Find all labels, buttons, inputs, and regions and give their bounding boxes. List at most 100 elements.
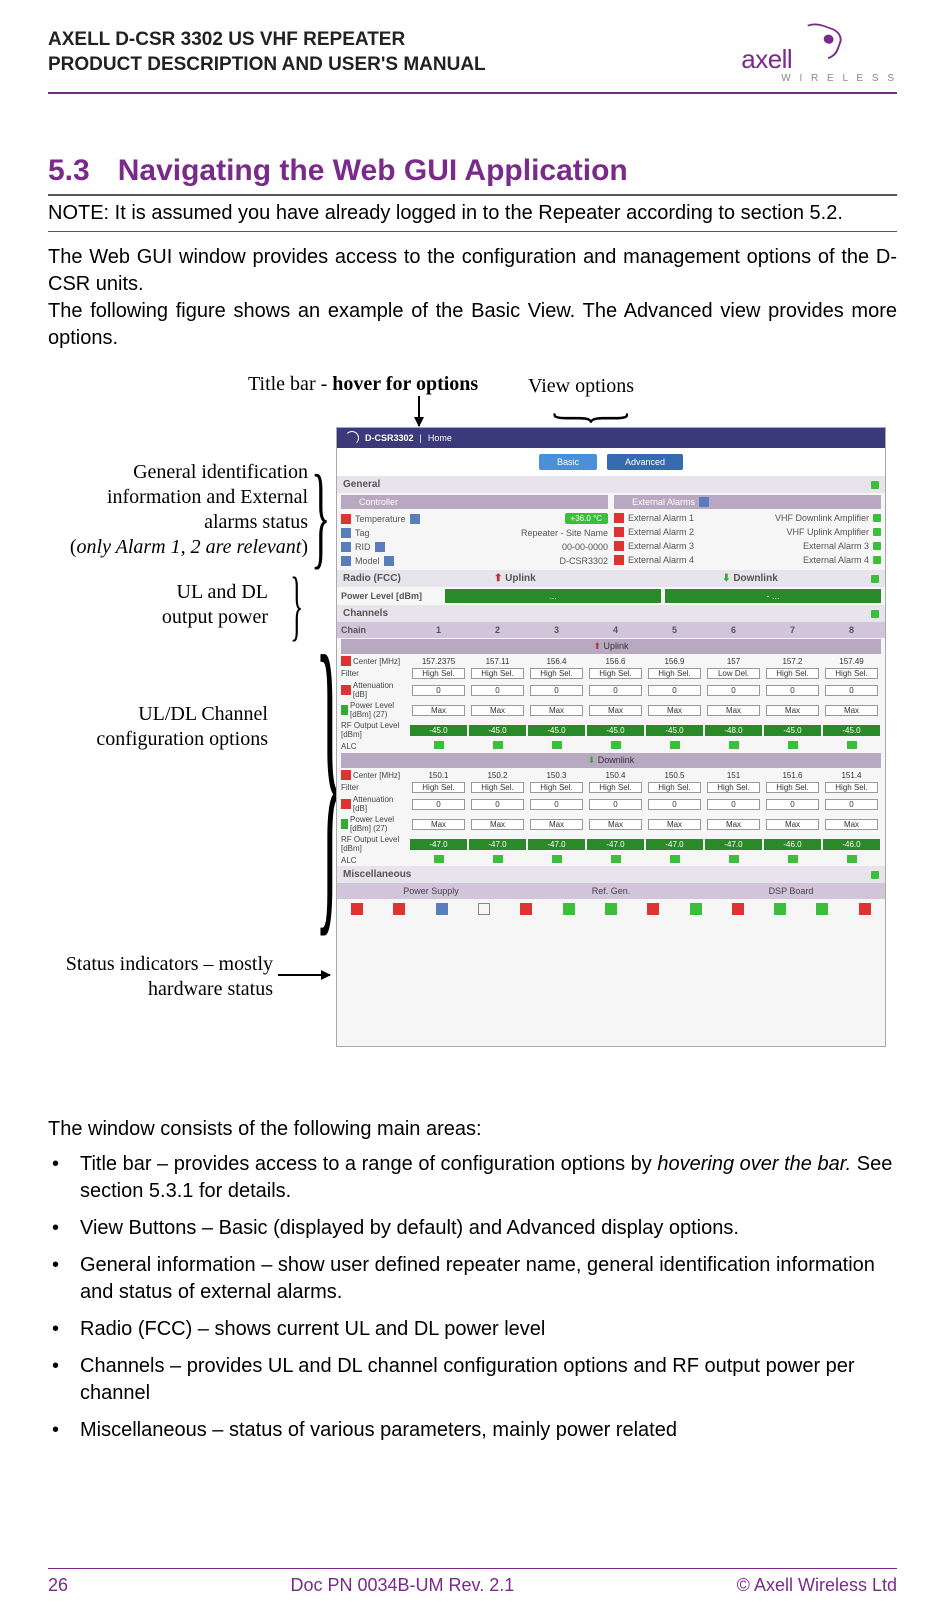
- list-item: •Miscellaneous – status of various param…: [52, 1417, 897, 1444]
- downlink-atten-row: Attenuation [dB]00000000: [337, 794, 885, 814]
- logo-swoosh-icon: [791, 18, 845, 67]
- uplink-bar: ⬆ Uplink: [341, 639, 881, 654]
- uplink-filter-row: FilterHigh Sel.High Sel.High Sel.High Se…: [337, 667, 885, 680]
- footer-divider: [48, 1568, 897, 1569]
- doc-title-line1: AXELL D-CSR 3302 US VHF REPEATER: [48, 28, 486, 53]
- annotated-figure: Title bar - hover for options View optio…: [48, 372, 897, 1082]
- page-number: 26: [48, 1575, 68, 1596]
- doc-rev: Doc PN 0034B-UM Rev. 2.1: [290, 1575, 514, 1596]
- ss-title-sep: |: [420, 433, 422, 443]
- chip-icon: [816, 903, 828, 915]
- areas-list: •Title bar – provides access to a range …: [48, 1151, 897, 1444]
- info-icon: [375, 542, 385, 552]
- doc-title: AXELL D-CSR 3302 US VHF REPEATER PRODUCT…: [48, 28, 486, 77]
- status-dot-icon: [871, 481, 879, 489]
- ss-view-options: Basic Advanced: [337, 448, 885, 476]
- voltage-icon: [563, 903, 575, 915]
- uplink-atten-row: Attenuation [dB]00000000: [337, 680, 885, 700]
- downlink-center-row: Center [MHz]150.1150.2150.3150.4150.5151…: [337, 769, 885, 781]
- thermometer-icon: [393, 903, 405, 915]
- ss-general-panel: Controller Temperature+36.0 °C TagRepeat…: [337, 493, 885, 570]
- uplink-power-value: ...: [445, 589, 661, 603]
- ss-chan-nums: Chain 12345678: [337, 622, 885, 638]
- doc-title-line2: PRODUCT DESCRIPTION AND USER'S MANUAL: [48, 53, 486, 78]
- heading-rule-top: [48, 194, 897, 196]
- alarm-num-icon: [614, 541, 624, 551]
- rid-icon: [341, 542, 351, 552]
- ss-channels-header: Channels: [337, 605, 885, 622]
- ss-titlebar[interactable]: D-CSR3302 | Home: [337, 428, 885, 448]
- logo-text: axell: [741, 44, 792, 75]
- status-dot-icon: [871, 610, 879, 618]
- status-dot-icon: [873, 528, 881, 536]
- voltage-icon: [605, 903, 617, 915]
- page-footer: 26 Doc PN 0034B-UM Rev. 2.1 © Axell Wire…: [48, 1568, 897, 1596]
- status-dot-icon: [873, 556, 881, 564]
- label-view-options: View options: [528, 374, 668, 399]
- alarm-num-icon: [614, 555, 624, 565]
- info-icon: [384, 556, 394, 566]
- uplink-power-row: Power Level [dBm] (27)MaxMaxMaxMaxMaxMax…: [337, 700, 885, 720]
- tag-icon: [341, 528, 351, 538]
- list-item: •Channels – provides UL and DL channel c…: [52, 1353, 897, 1407]
- section-number: 5.3: [48, 154, 90, 188]
- ss-title: D-CSR3302: [365, 433, 414, 443]
- voltage-icon: [436, 903, 448, 915]
- ss-misc-cols: Power Supply Ref. Gen. DSP Board: [337, 883, 885, 899]
- basic-button[interactable]: Basic: [539, 454, 597, 470]
- label-general: General identification information and E…: [38, 460, 308, 560]
- atten-icon: [341, 799, 351, 809]
- arrow-title-bar: [418, 396, 420, 426]
- header-divider: [48, 92, 897, 94]
- uplink-center-row: Center [MHz]157.2375157.11156.4156.6156.…: [337, 655, 885, 667]
- list-item: •Radio (FCC) – shows current UL and DL p…: [52, 1316, 897, 1343]
- curly-general: }: [311, 470, 330, 562]
- curly-view-options: }: [559, 410, 631, 425]
- label-channels: UL/DL Channel configuration options: [68, 702, 268, 752]
- downlink-alc-row: ALC: [337, 854, 885, 866]
- atten-icon: [341, 685, 351, 695]
- curly-uldl: }: [290, 574, 303, 636]
- alarm-icon: [618, 497, 628, 507]
- downlink-power-row: Power Level [dBm] (27)MaxMaxMaxMaxMaxMax…: [337, 814, 885, 834]
- logo-subtext: W I R E L E S S: [781, 73, 897, 84]
- arrow-status: [278, 974, 330, 976]
- body-para2: The following figure shows an example of…: [48, 300, 897, 349]
- advanced-button[interactable]: Advanced: [607, 454, 683, 470]
- thermometer-icon: [341, 514, 351, 524]
- ss-radio-header: Radio (FCC) ⬆ Uplink ⬇ Downlink: [337, 570, 885, 587]
- thermometer-icon: [351, 903, 363, 915]
- info-icon: [699, 497, 709, 507]
- ss-general-header: General: [337, 476, 885, 493]
- section-title: Navigating the Web GUI Application: [118, 154, 628, 188]
- voltage-icon: [774, 903, 786, 915]
- alarm-num-icon: [614, 513, 624, 523]
- thermometer-icon: [520, 903, 532, 915]
- status-dot-icon: [871, 871, 879, 879]
- model-icon: [341, 556, 351, 566]
- status-dot-icon: [871, 575, 879, 583]
- label-uldl: UL and DL output power: [128, 580, 268, 630]
- list-item: •View Buttons – Basic (displayed by defa…: [52, 1215, 897, 1242]
- uplink-alc-row: ALC: [337, 740, 885, 752]
- freq-icon: [341, 770, 351, 780]
- ss-logo-icon: [345, 431, 359, 445]
- controller-icon: [345, 497, 355, 507]
- downlink-power-value: - ...: [665, 589, 881, 603]
- downlink-filter-row: FilterHigh Sel.High Sel.High Sel.High Se…: [337, 781, 885, 794]
- logo: axell W I R E L E S S: [741, 28, 897, 84]
- label-status: Status indicators – mostly hardware stat…: [48, 952, 273, 1002]
- downlink-bar: ⬇ Downlink: [341, 753, 881, 768]
- heading-rule-bottom: [48, 231, 897, 232]
- thermometer-icon: [732, 903, 744, 915]
- voltage-icon: [690, 903, 702, 915]
- info-icon: [410, 514, 420, 524]
- copyright: © Axell Wireless Ltd: [737, 1575, 897, 1596]
- status-dot-icon: [873, 514, 881, 522]
- alarm-num-icon: [614, 527, 624, 537]
- downlink-rf-row: RF Output Level [dBm]-47.0-47.0-47.0-47.…: [337, 834, 885, 854]
- thermometer-icon: [647, 903, 659, 915]
- label-title-bar: Title bar - hover for options: [248, 372, 508, 397]
- note-text: NOTE: It is assumed you have already log…: [48, 202, 897, 225]
- section-heading: 5.3 Navigating the Web GUI Application: [48, 154, 897, 188]
